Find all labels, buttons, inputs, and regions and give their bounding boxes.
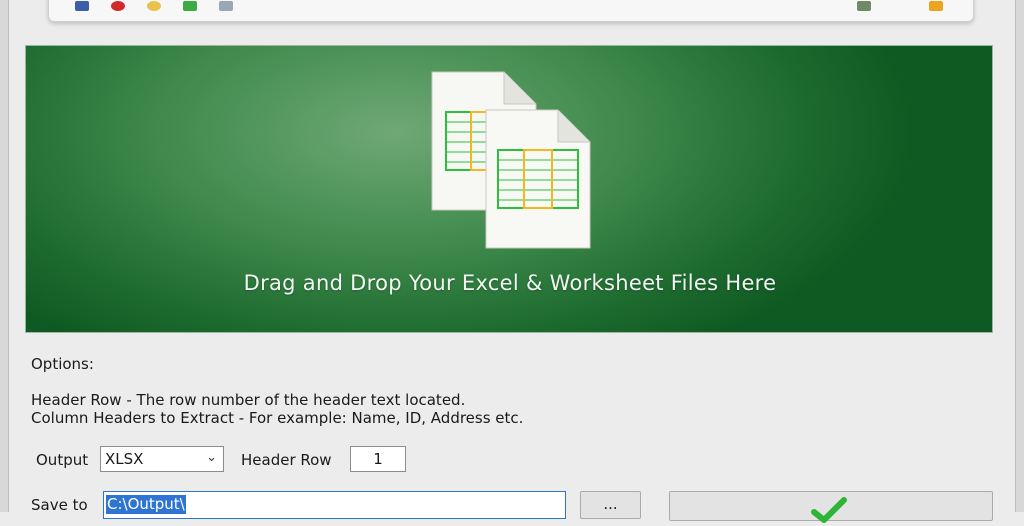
front-document-icon	[485, 109, 591, 249]
drop-zone-instruction: Drag and Drop Your Excel & Worksheet Fil…	[243, 271, 777, 295]
header-row-label: Header Row	[241, 451, 332, 469]
stop-icon[interactable]	[111, 1, 125, 11]
save-to-path-input[interactable]: C:\Output\	[103, 491, 566, 519]
help-text-column-headers: Column Headers to Extract - For example:…	[31, 409, 524, 427]
output-format-value: XLSX	[105, 450, 144, 468]
options-heading: Options:	[31, 355, 94, 373]
facebook-icon[interactable]	[75, 1, 89, 11]
smile-icon[interactable]	[147, 1, 161, 11]
output-format-select[interactable]: XLSX ⌄	[100, 446, 224, 472]
tools-icon[interactable]	[857, 1, 871, 11]
toolbar	[48, 0, 974, 22]
convert-button[interactable]	[669, 491, 993, 523]
window-left-border	[0, 0, 9, 512]
document-icon[interactable]	[219, 1, 233, 11]
header-row-input[interactable]: 1	[350, 446, 406, 472]
checkmark-icon	[811, 497, 847, 523]
lock-icon[interactable]	[929, 1, 943, 11]
download-icon[interactable]	[183, 1, 197, 11]
help-text-header-row: Header Row - The row number of the heade…	[31, 391, 466, 409]
chevron-down-icon: ⌄	[206, 450, 217, 465]
save-to-label: Save to	[31, 496, 88, 514]
output-label: Output	[36, 451, 89, 469]
browse-button-label: ...	[603, 495, 618, 513]
window-right-border	[1015, 0, 1024, 512]
save-to-path-value: C:\Output\	[106, 495, 186, 514]
browse-button[interactable]: ...	[580, 491, 641, 519]
file-drop-zone[interactable]: Drag and Drop Your Excel & Worksheet Fil…	[25, 45, 993, 333]
